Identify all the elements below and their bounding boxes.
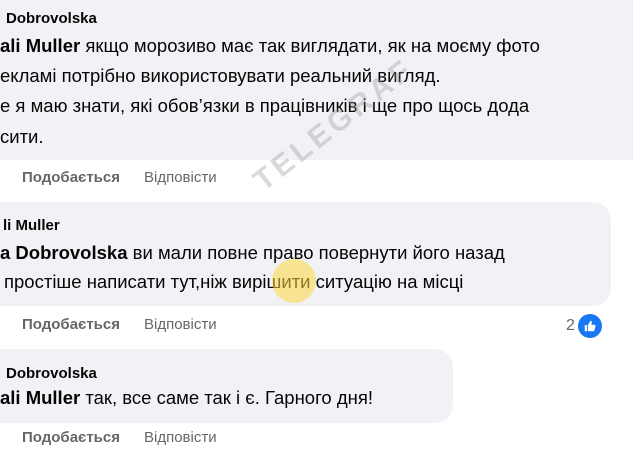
reply-link[interactable]: Відповісти bbox=[144, 169, 217, 186]
comment-text: ви мали повне право повернути його назад bbox=[132, 242, 505, 263]
thumbs-up-icon bbox=[577, 314, 602, 338]
reply-link[interactable]: Відповісти bbox=[144, 429, 217, 446]
like-link[interactable]: Подобається bbox=[22, 169, 120, 186]
comment-text-line: a Dobrovolska ви мали повне право поверн… bbox=[0, 240, 505, 266]
reaction-count: 2 bbox=[566, 317, 575, 334]
comment-text-line: ali Muller якщо морозиво має так вигляда… bbox=[0, 33, 540, 59]
like-link[interactable]: Подобається bbox=[22, 429, 120, 446]
comment-author[interactable]: Dobrovolska bbox=[6, 365, 97, 382]
comment-text-line: е я маю знати, які обов’язки в працівник… bbox=[0, 95, 530, 116]
reaction-summary[interactable]: 2 bbox=[566, 314, 602, 338]
like-link[interactable]: Подобається bbox=[22, 316, 120, 333]
mention-link[interactable]: ali Muller bbox=[0, 35, 80, 56]
comment-text: так, все саме так і є. Гарного дня! bbox=[85, 387, 374, 408]
comment-text: якщо морозиво має так виглядати, як на м… bbox=[85, 35, 540, 56]
comment-text-line: ali Muller так, все саме так і є. Гарног… bbox=[0, 385, 373, 411]
reply-link[interactable]: Відповісти bbox=[144, 316, 217, 333]
comment-text-line: простіше написати тут,ніж вирішити ситуа… bbox=[4, 271, 464, 292]
comment-actions: Подобається Відповісти bbox=[22, 169, 217, 186]
mention-link[interactable]: a Dobrovolska bbox=[0, 242, 128, 263]
comment-author[interactable]: Dobrovolska bbox=[6, 10, 97, 27]
comment-actions: Подобається Відповісти bbox=[22, 429, 217, 446]
comment-text-line: сити. bbox=[0, 126, 44, 147]
comment-actions: Подобається Відповісти bbox=[22, 316, 217, 333]
watermark-logo-dot bbox=[272, 259, 316, 303]
comment-author[interactable]: li Muller bbox=[3, 217, 60, 234]
mention-link[interactable]: ali Muller bbox=[0, 387, 80, 408]
